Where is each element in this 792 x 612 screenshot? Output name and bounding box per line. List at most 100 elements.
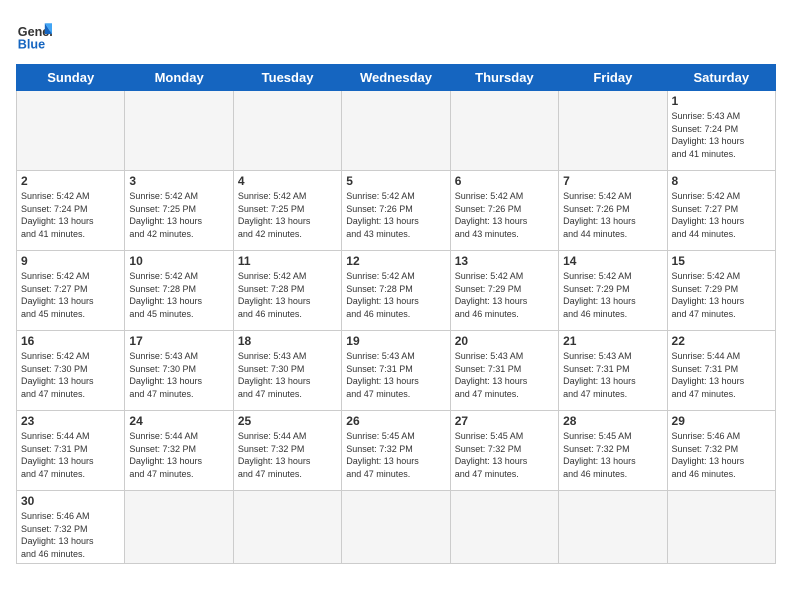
- day-number: 11: [238, 254, 337, 268]
- day-number: 7: [563, 174, 662, 188]
- day-number: 22: [672, 334, 771, 348]
- day-info: Sunrise: 5:42 AM Sunset: 7:26 PM Dayligh…: [455, 190, 554, 240]
- calendar-cell: 11 Sunrise: 5:42 AM Sunset: 7:28 PM Dayli…: [233, 251, 341, 331]
- day-info: Sunrise: 5:42 AM Sunset: 7:24 PM Dayligh…: [21, 190, 120, 240]
- day-info: Sunrise: 5:42 AM Sunset: 7:30 PM Dayligh…: [21, 350, 120, 400]
- day-number: 6: [455, 174, 554, 188]
- day-number: 10: [129, 254, 228, 268]
- day-number: 27: [455, 414, 554, 428]
- calendar-cell: 5 Sunrise: 5:42 AM Sunset: 7:26 PM Daylig…: [342, 171, 450, 251]
- calendar-cell: 12Sunrise: 5:42 AM Sunset: 7:28 PM Dayli…: [342, 251, 450, 331]
- calendar-cell: [342, 91, 450, 171]
- calendar-cell: [342, 491, 450, 564]
- calendar-cell: [233, 491, 341, 564]
- day-info: Sunrise: 5:44 AM Sunset: 7:31 PM Dayligh…: [21, 430, 120, 480]
- calendar-cell: 21 Sunrise: 5:43 AM Sunset: 7:31 PM Dayli…: [559, 331, 667, 411]
- day-info: Sunrise: 5:43 AM Sunset: 7:30 PM Dayligh…: [129, 350, 228, 400]
- day-number: 15: [672, 254, 771, 268]
- day-number: 29: [672, 414, 771, 428]
- day-number: 19: [346, 334, 445, 348]
- weekday-header: Saturday: [667, 65, 775, 91]
- day-number: 3: [129, 174, 228, 188]
- calendar-cell: 14 Sunrise: 5:42 AM Sunset: 7:29 PM Dayli…: [559, 251, 667, 331]
- calendar-cell: 13Sunrise: 5:42 AM Sunset: 7:29 PM Dayli…: [450, 251, 558, 331]
- day-number: 2: [21, 174, 120, 188]
- day-number: 26: [346, 414, 445, 428]
- day-number: 12: [346, 254, 445, 268]
- day-info: Sunrise: 5:45 AM Sunset: 7:32 PM Dayligh…: [563, 430, 662, 480]
- calendar-cell: [233, 91, 341, 171]
- calendar-cell: 4 Sunrise: 5:42 AM Sunset: 7:25 PM Daylig…: [233, 171, 341, 251]
- calendar-cell: 16Sunrise: 5:42 AM Sunset: 7:30 PM Dayli…: [17, 331, 125, 411]
- day-number: 8: [672, 174, 771, 188]
- day-number: 13: [455, 254, 554, 268]
- calendar-cell: [450, 491, 558, 564]
- calendar-cell: 20Sunrise: 5:43 AM Sunset: 7:31 PM Dayli…: [450, 331, 558, 411]
- calendar-cell: [559, 91, 667, 171]
- calendar-cell: 18 Sunrise: 5:43 AM Sunset: 7:30 PM Dayli…: [233, 331, 341, 411]
- day-number: 5: [346, 174, 445, 188]
- calendar-cell: [667, 491, 775, 564]
- day-info: Sunrise: 5:43 AM Sunset: 7:31 PM Dayligh…: [563, 350, 662, 400]
- day-info: Sunrise: 5:42 AM Sunset: 7:27 PM Dayligh…: [21, 270, 120, 320]
- weekday-header: Thursday: [450, 65, 558, 91]
- day-number: 17: [129, 334, 228, 348]
- day-number: 24: [129, 414, 228, 428]
- calendar-cell: 15 Sunrise: 5:42 AM Sunset: 7:29 PM Dayli…: [667, 251, 775, 331]
- day-info: Sunrise: 5:44 AM Sunset: 7:32 PM Dayligh…: [238, 430, 337, 480]
- calendar-cell: 27 Sunrise: 5:45 AM Sunset: 7:32 PM Dayli…: [450, 411, 558, 491]
- day-info: Sunrise: 5:46 AM Sunset: 7:32 PM Dayligh…: [672, 430, 771, 480]
- day-number: 1: [672, 94, 771, 108]
- day-number: 9: [21, 254, 120, 268]
- day-number: 4: [238, 174, 337, 188]
- calendar-cell: 17 Sunrise: 5:43 AM Sunset: 7:30 PM Dayli…: [125, 331, 233, 411]
- calendar-cell: 25 Sunrise: 5:44 AM Sunset: 7:32 PM Dayli…: [233, 411, 341, 491]
- day-info: Sunrise: 5:42 AM Sunset: 7:25 PM Dayligh…: [238, 190, 337, 240]
- day-info: Sunrise: 5:42 AM Sunset: 7:26 PM Dayligh…: [563, 190, 662, 240]
- day-number: 18: [238, 334, 337, 348]
- day-number: 30: [21, 494, 120, 508]
- day-info: Sunrise: 5:42 AM Sunset: 7:29 PM Dayligh…: [563, 270, 662, 320]
- calendar-header: SundayMondayTuesdayWednesdayThursdayFrid…: [17, 65, 776, 91]
- day-info: Sunrise: 5:44 AM Sunset: 7:31 PM Dayligh…: [672, 350, 771, 400]
- day-info: Sunrise: 5:42 AM Sunset: 7:28 PM Dayligh…: [238, 270, 337, 320]
- day-number: 21: [563, 334, 662, 348]
- day-info: Sunrise: 5:45 AM Sunset: 7:32 PM Dayligh…: [346, 430, 445, 480]
- calendar-cell: 22 Sunrise: 5:44 AM Sunset: 7:31 PM Dayli…: [667, 331, 775, 411]
- day-info: Sunrise: 5:42 AM Sunset: 7:27 PM Dayligh…: [672, 190, 771, 240]
- calendar-cell: 29 Sunrise: 5:46 AM Sunset: 7:32 PM Dayli…: [667, 411, 775, 491]
- calendar-cell: 7 Sunrise: 5:42 AM Sunset: 7:26 PM Daylig…: [559, 171, 667, 251]
- day-info: Sunrise: 5:46 AM Sunset: 7:32 PM Dayligh…: [21, 510, 120, 560]
- calendar-cell: [450, 91, 558, 171]
- calendar-cell: 23 Sunrise: 5:44 AM Sunset: 7:31 PM Dayli…: [17, 411, 125, 491]
- calendar-cell: [559, 491, 667, 564]
- weekday-header: Sunday: [17, 65, 125, 91]
- calendar-cell: 9 Sunrise: 5:42 AM Sunset: 7:27 PM Daylig…: [17, 251, 125, 331]
- logo-icon: General Blue: [16, 16, 52, 52]
- day-info: Sunrise: 5:42 AM Sunset: 7:29 PM Dayligh…: [672, 270, 771, 320]
- day-info: Sunrise: 5:43 AM Sunset: 7:30 PM Dayligh…: [238, 350, 337, 400]
- day-info: Sunrise: 5:44 AM Sunset: 7:32 PM Dayligh…: [129, 430, 228, 480]
- calendar-cell: 26 Sunrise: 5:45 AM Sunset: 7:32 PM Dayli…: [342, 411, 450, 491]
- day-info: Sunrise: 5:45 AM Sunset: 7:32 PM Dayligh…: [455, 430, 554, 480]
- day-number: 23: [21, 414, 120, 428]
- calendar-cell: 2 Sunrise: 5:42 AM Sunset: 7:24 PM Daylig…: [17, 171, 125, 251]
- day-number: 14: [563, 254, 662, 268]
- calendar-cell: [125, 491, 233, 564]
- calendar-cell: [125, 91, 233, 171]
- day-info: Sunrise: 5:42 AM Sunset: 7:26 PM Dayligh…: [346, 190, 445, 240]
- day-number: 25: [238, 414, 337, 428]
- header: General Blue: [16, 16, 776, 52]
- svg-text:Blue: Blue: [18, 37, 45, 51]
- weekday-header: Wednesday: [342, 65, 450, 91]
- calendar-cell: 30 Sunrise: 5:46 AM Sunset: 7:32 PM Dayli…: [17, 491, 125, 564]
- day-info: Sunrise: 5:43 AM Sunset: 7:31 PM Dayligh…: [455, 350, 554, 400]
- day-info: Sunrise: 5:43 AM Sunset: 7:31 PM Dayligh…: [346, 350, 445, 400]
- day-info: Sunrise: 5:42 AM Sunset: 7:25 PM Dayligh…: [129, 190, 228, 240]
- day-info: Sunrise: 5:42 AM Sunset: 7:28 PM Dayligh…: [129, 270, 228, 320]
- calendar-cell: 1Sunrise: 5:43 AM Sunset: 7:24 PM Daylig…: [667, 91, 775, 171]
- logo: General Blue: [16, 16, 52, 52]
- calendar-cell: 24 Sunrise: 5:44 AM Sunset: 7:32 PM Dayli…: [125, 411, 233, 491]
- weekday-header: Tuesday: [233, 65, 341, 91]
- day-number: 28: [563, 414, 662, 428]
